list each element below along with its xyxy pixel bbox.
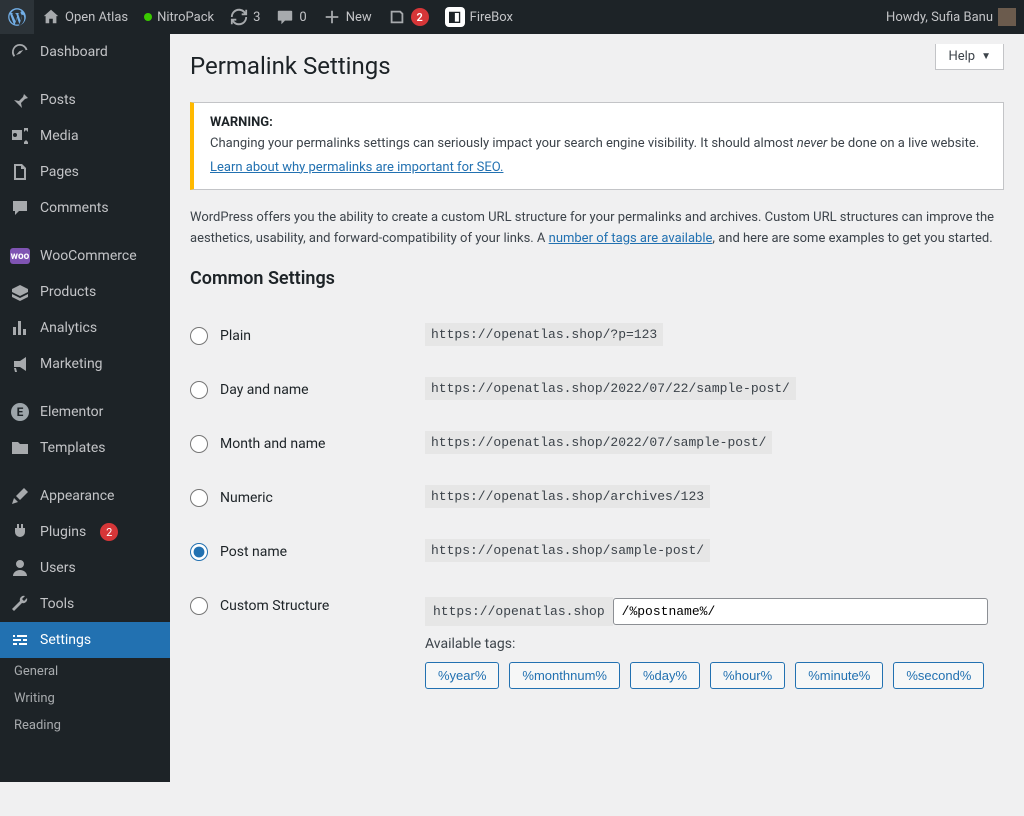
help-tab[interactable]: Help ▼ bbox=[935, 44, 1004, 70]
menu-appearance[interactable]: Appearance bbox=[0, 478, 170, 514]
menu-marketing[interactable]: Marketing bbox=[0, 346, 170, 382]
comments-icon bbox=[10, 198, 30, 218]
analytics-icon bbox=[10, 318, 30, 338]
comment-icon bbox=[276, 8, 294, 26]
submenu-general[interactable]: General bbox=[0, 658, 170, 685]
tag-button[interactable]: %day% bbox=[630, 662, 700, 689]
user-icon bbox=[10, 558, 30, 578]
option-example: https://openatlas.shop/2022/07/22/sample… bbox=[425, 377, 796, 400]
menu-tools[interactable]: Tools bbox=[0, 586, 170, 622]
intro-text: WordPress offers you the ability to crea… bbox=[190, 208, 1004, 250]
custom-structure-label: Custom Structure bbox=[220, 598, 329, 614]
plus-icon bbox=[323, 8, 341, 26]
site-name-link[interactable]: Open Atlas bbox=[34, 0, 136, 34]
radio-day-and-name[interactable] bbox=[190, 381, 208, 399]
dashboard-icon bbox=[10, 42, 30, 62]
warning-seo-link[interactable]: Learn about why permalinks are important… bbox=[210, 160, 503, 175]
avatar-icon bbox=[998, 8, 1016, 26]
menu-settings[interactable]: Settings bbox=[0, 622, 170, 658]
warning-text: Changing your permalinks settings can se… bbox=[210, 134, 987, 154]
brush-icon bbox=[10, 486, 30, 506]
yoast-badge: 2 bbox=[411, 8, 429, 26]
option-example: https://openatlas.shop/sample-post/ bbox=[425, 539, 710, 562]
radio-numeric[interactable] bbox=[190, 489, 208, 507]
radio-month-and-name[interactable] bbox=[190, 435, 208, 453]
menu-analytics[interactable]: Analytics bbox=[0, 310, 170, 346]
tags-available-link[interactable]: number of tags are available bbox=[549, 231, 713, 246]
option-example: https://openatlas.shop/archives/123 bbox=[425, 485, 710, 508]
products-icon bbox=[10, 282, 30, 302]
yoast-icon bbox=[388, 8, 406, 26]
plug-icon bbox=[10, 522, 30, 542]
tag-button[interactable]: %second% bbox=[893, 662, 984, 689]
home-icon bbox=[42, 8, 60, 26]
custom-prefix: https://openatlas.shop bbox=[425, 597, 613, 626]
option-label: Post name bbox=[220, 544, 287, 560]
firebox-icon: ◧ bbox=[445, 7, 465, 27]
menu-templates[interactable]: Templates bbox=[0, 430, 170, 466]
nitropack-link[interactable]: NitroPack bbox=[136, 0, 222, 34]
menu-elementor[interactable]: E Elementor bbox=[0, 394, 170, 430]
tag-button[interactable]: %monthnum% bbox=[509, 662, 620, 689]
tag-button[interactable]: %minute% bbox=[795, 662, 883, 689]
warning-heading: WARNING: bbox=[210, 115, 273, 130]
yoast-link[interactable]: 2 bbox=[380, 0, 437, 34]
chevron-down-icon: ▼ bbox=[981, 51, 991, 62]
menu-posts[interactable]: Posts bbox=[0, 82, 170, 118]
elementor-icon: E bbox=[10, 402, 30, 422]
media-icon bbox=[10, 126, 30, 146]
custom-structure-input[interactable] bbox=[613, 598, 988, 625]
menu-users[interactable]: Users bbox=[0, 550, 170, 586]
wp-logo[interactable] bbox=[0, 0, 34, 34]
site-name: Open Atlas bbox=[65, 10, 128, 25]
seo-warning-notice: WARNING: Changing your permalinks settin… bbox=[190, 102, 1004, 190]
radio-custom-structure[interactable] bbox=[190, 597, 208, 615]
available-tags-label: Available tags: bbox=[425, 636, 988, 652]
menu-products[interactable]: Products bbox=[0, 274, 170, 310]
new-content-link[interactable]: New bbox=[315, 0, 380, 34]
plugins-count-badge: 2 bbox=[100, 523, 118, 541]
megaphone-icon bbox=[10, 354, 30, 374]
comments-link[interactable]: 0 bbox=[268, 0, 314, 34]
updates-link[interactable]: 3 bbox=[222, 0, 268, 34]
menu-comments[interactable]: Comments bbox=[0, 190, 170, 226]
wrench-icon bbox=[10, 594, 30, 614]
folder-icon bbox=[10, 438, 30, 458]
option-label: Month and name bbox=[220, 436, 325, 452]
status-dot-icon bbox=[144, 13, 152, 21]
menu-plugins[interactable]: Plugins 2 bbox=[0, 514, 170, 550]
option-label: Day and name bbox=[220, 382, 309, 398]
radio-plain[interactable] bbox=[190, 327, 208, 345]
menu-media[interactable]: Media bbox=[0, 118, 170, 154]
page-title: Permalink Settings bbox=[190, 34, 1004, 92]
radio-post-name[interactable] bbox=[190, 543, 208, 561]
firebox-link[interactable]: ◧ FireBox bbox=[437, 0, 521, 34]
common-settings-heading: Common Settings bbox=[190, 268, 1004, 289]
tag-button[interactable]: %hour% bbox=[710, 662, 785, 689]
option-example: https://openatlas.shop/2022/07/sample-po… bbox=[425, 431, 772, 454]
pin-icon bbox=[10, 90, 30, 110]
refresh-icon bbox=[230, 8, 248, 26]
menu-dashboard[interactable]: Dashboard bbox=[0, 34, 170, 70]
menu-pages[interactable]: Pages bbox=[0, 154, 170, 190]
submenu-reading[interactable]: Reading bbox=[0, 712, 170, 739]
woocommerce-icon: woo bbox=[10, 246, 30, 266]
submenu-writing[interactable]: Writing bbox=[0, 685, 170, 712]
option-example: https://openatlas.shop/?p=123 bbox=[425, 323, 663, 346]
sliders-icon bbox=[10, 630, 30, 650]
option-label: Numeric bbox=[220, 490, 273, 506]
account-link[interactable]: Howdy, Sufia Banu bbox=[878, 0, 1024, 34]
wordpress-icon bbox=[8, 8, 26, 26]
option-label: Plain bbox=[220, 328, 251, 344]
page-icon bbox=[10, 162, 30, 182]
menu-woocommerce[interactable]: woo WooCommerce bbox=[0, 238, 170, 274]
tag-button[interactable]: %year% bbox=[425, 662, 499, 689]
